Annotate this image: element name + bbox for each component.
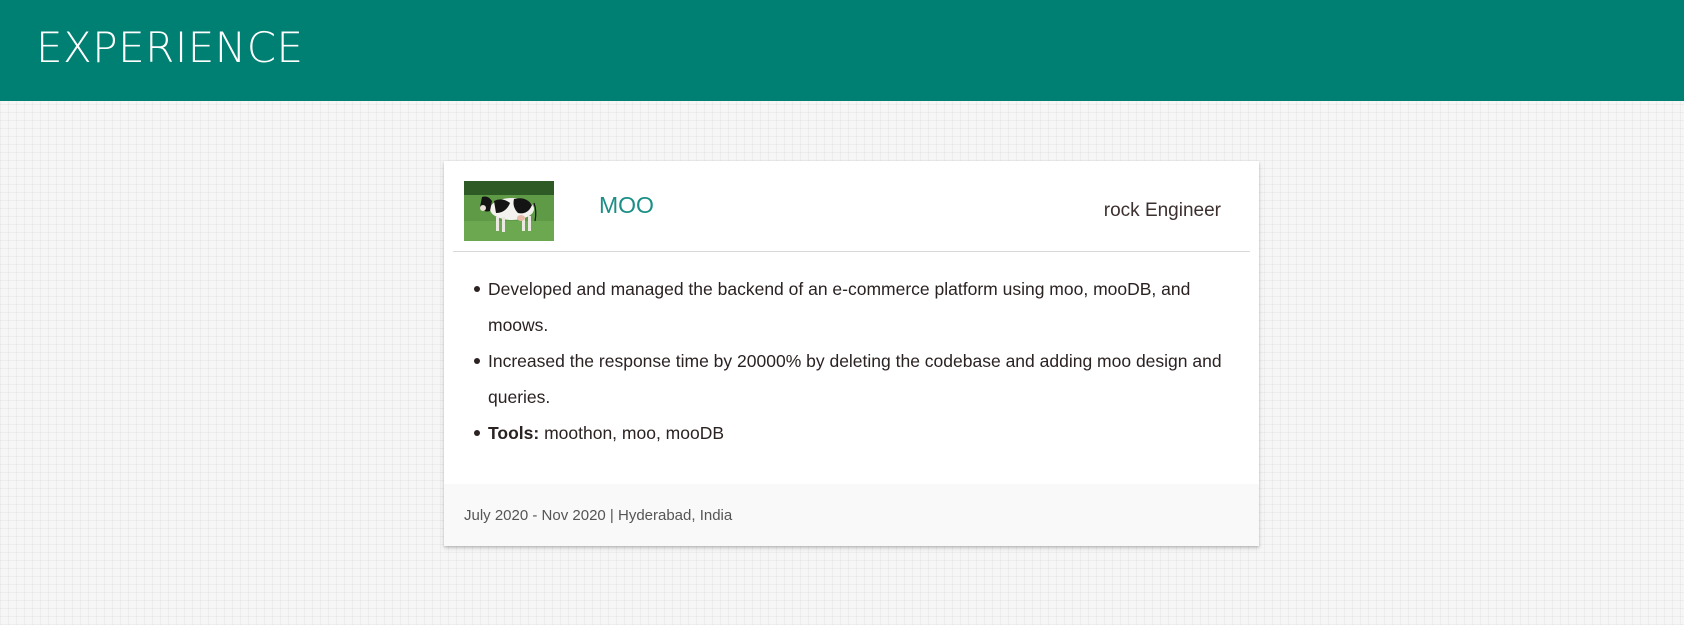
list-item: Increased the response time by 20000% by… <box>474 343 1248 415</box>
card-footer: July 2020 - Nov 2020 | Hyderabad, India <box>444 484 1259 546</box>
card-header: MOO rock Engineer <box>453 161 1250 252</box>
tools-value: moothon, moo, mooDB <box>544 423 725 443</box>
experience-card: MOO rock Engineer Developed and managed … <box>444 161 1259 546</box>
job-role: rock Engineer <box>1103 200 1221 221</box>
date-location: July 2020 - Nov 2020 | Hyderabad, India <box>464 507 733 524</box>
section-title: EXPERIENCE <box>36 23 304 72</box>
list-item: Developed and managed the backend of an … <box>474 271 1248 343</box>
company-name: MOO <box>599 192 654 218</box>
tools-label: Tools: <box>488 423 540 443</box>
company-logo-image <box>464 181 554 241</box>
tools-list-item: Tools: moothon, moo, mooDB <box>474 415 1248 451</box>
responsibility-list: Developed and managed the backend of an … <box>474 271 1248 451</box>
section-header: EXPERIENCE <box>0 0 1684 101</box>
